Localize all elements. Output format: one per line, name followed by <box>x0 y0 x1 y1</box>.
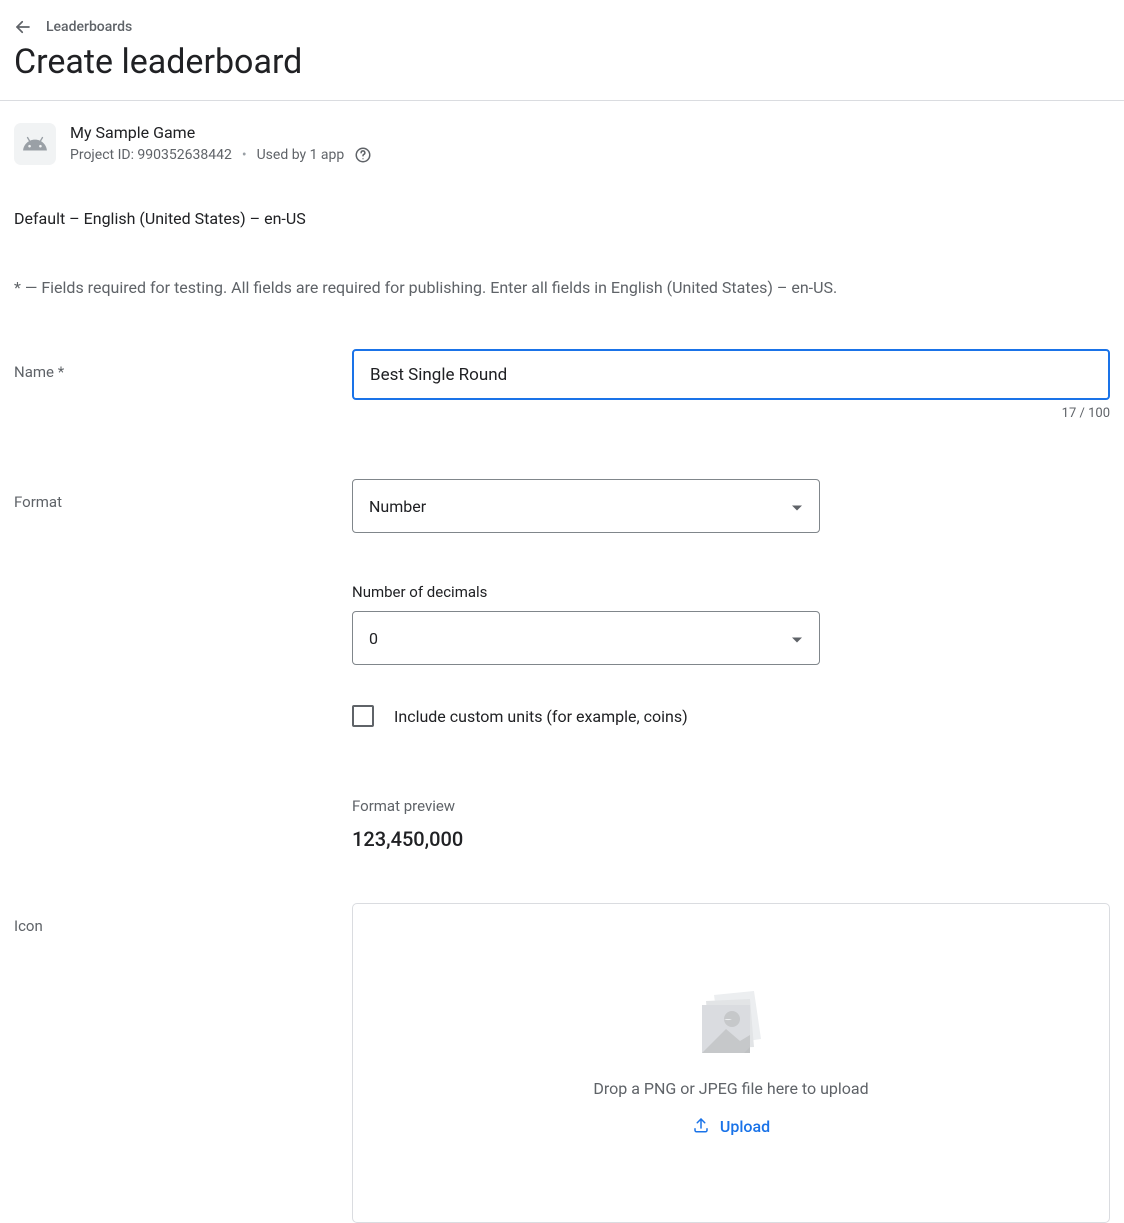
upload-label: Upload <box>720 1117 770 1136</box>
name-label: Name * <box>14 349 352 381</box>
upload-icon <box>692 1116 710 1138</box>
back-arrow-icon <box>14 18 32 36</box>
upload-button[interactable]: Upload <box>692 1116 770 1138</box>
name-char-count: 17 / 100 <box>352 406 1110 421</box>
format-preview-value: 123,450,000 <box>352 827 1110 851</box>
breadcrumb-label: Leaderboards <box>46 19 132 35</box>
project-name: My Sample Game <box>70 123 372 142</box>
icon-drop-zone[interactable]: Drop a PNG or JPEG file here to upload U… <box>352 903 1110 1223</box>
required-fields-note: * — Fields required for testing. All fie… <box>14 278 1110 297</box>
decimals-select-value: 0 <box>369 629 378 648</box>
custom-units-checkbox[interactable] <box>352 705 374 727</box>
locale-line: Default – English (United States) – en-U… <box>14 209 1110 228</box>
project-header: My Sample Game Project ID: 990352638442 … <box>14 123 1110 165</box>
format-label: Format <box>14 479 352 511</box>
format-select[interactable]: Number <box>352 479 820 533</box>
breadcrumb[interactable]: Leaderboards <box>14 18 1110 36</box>
format-preview-label: Format preview <box>352 797 1110 815</box>
decimals-label: Number of decimals <box>352 583 1110 601</box>
project-id: Project ID: 990352638442 <box>70 147 232 163</box>
custom-units-label: Include custom units (for example, coins… <box>394 707 688 726</box>
divider <box>0 100 1124 101</box>
android-icon <box>14 123 56 165</box>
page-title: Create leaderboard <box>14 42 1110 82</box>
project-used-by: Used by 1 app <box>257 147 345 163</box>
format-select-value: Number <box>369 497 426 516</box>
drop-zone-text: Drop a PNG or JPEG file here to upload <box>593 1079 868 1098</box>
name-input[interactable] <box>352 349 1110 400</box>
help-icon[interactable] <box>354 146 372 164</box>
decimals-select[interactable]: 0 <box>352 611 820 665</box>
upload-illustration-icon <box>692 989 770 1061</box>
icon-label: Icon <box>14 903 352 935</box>
meta-separator: • <box>242 147 247 163</box>
